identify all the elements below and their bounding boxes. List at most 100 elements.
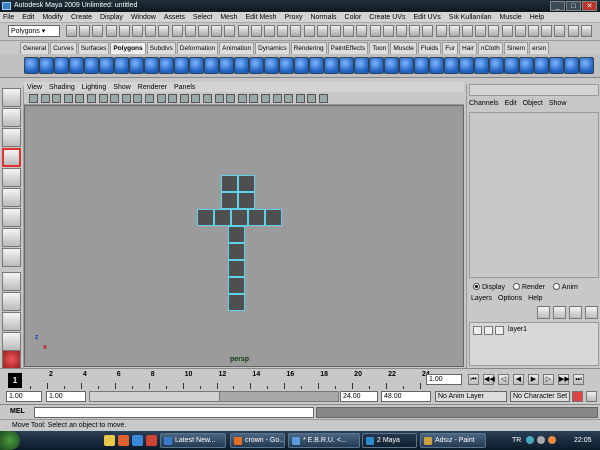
- mesh-face[interactable]: [265, 209, 282, 226]
- menu-create[interactable]: Create: [71, 14, 92, 21]
- new-layer-selected-icon[interactable]: [553, 306, 566, 319]
- lasso-tool-icon[interactable]: [2, 108, 21, 127]
- range-slider-handle[interactable]: [90, 392, 220, 401]
- play-forwards-icon[interactable]: ▶: [528, 374, 539, 385]
- panel-toolbar-icon[interactable]: [63, 94, 73, 103]
- panel-menu-shading[interactable]: Shading: [49, 84, 75, 91]
- menu-mesh[interactable]: Mesh: [220, 14, 237, 21]
- status-line-tool-icon[interactable]: [369, 25, 381, 37]
- network-icon[interactable]: [526, 436, 534, 444]
- status-line-tool-icon[interactable]: [184, 25, 196, 37]
- playback-start-field[interactable]: 1.00: [46, 391, 86, 402]
- status-line-tool-icon[interactable]: [158, 25, 170, 37]
- menu-display[interactable]: Display: [100, 14, 123, 21]
- wedge-icon[interactable]: [459, 57, 474, 74]
- rotate-tool-icon[interactable]: [2, 168, 21, 187]
- shelf-tab-hair[interactable]: Hair: [459, 42, 477, 54]
- menu-create-uvs[interactable]: Create UVs: [369, 14, 405, 21]
- perspective-viewport[interactable]: z x persp: [24, 105, 464, 367]
- status-line-tool-icon[interactable]: [237, 25, 249, 37]
- shelf-tab-ersin[interactable]: ersin: [529, 42, 550, 54]
- mesh-face[interactable]: [238, 175, 255, 192]
- panel-toolbar-icon[interactable]: [203, 94, 212, 103]
- end-time-field[interactable]: 48.00: [381, 391, 431, 402]
- status-line-tool-icon[interactable]: [396, 25, 407, 37]
- status-line-tool-icon[interactable]: [567, 25, 579, 37]
- play-backwards-icon[interactable]: ◀: [513, 374, 524, 385]
- current-time-field[interactable]: 1.00: [426, 374, 462, 385]
- start-time-field[interactable]: 1.00: [6, 391, 42, 402]
- new-layer-icon[interactable]: [537, 306, 550, 319]
- status-line-tool-icon[interactable]: [343, 25, 355, 37]
- status-line-tool-icon[interactable]: [145, 25, 157, 37]
- menu-muscle[interactable]: Muscle: [500, 14, 522, 21]
- duplicate-face-icon[interactable]: [489, 57, 504, 74]
- quick-launch-icon[interactable]: [146, 435, 157, 446]
- taskbar-button[interactable]: 2 Maya: [362, 433, 417, 448]
- channel-box-menu-channels[interactable]: Channels: [469, 100, 499, 107]
- shelf-tab-sinem[interactable]: Sinem: [503, 42, 529, 54]
- go-to-start-icon[interactable]: ⏮: [468, 374, 479, 385]
- panel-toolbar-icon[interactable]: [121, 94, 131, 103]
- taskbar-button[interactable]: Latest New...: [160, 433, 226, 448]
- cylinder-icon[interactable]: [54, 57, 69, 74]
- panel-toolbar-icon[interactable]: [110, 94, 120, 103]
- select-tool-icon[interactable]: [2, 88, 21, 107]
- mesh-face[interactable]: [228, 277, 245, 294]
- extract-icon[interactable]: [234, 57, 249, 74]
- panel-toolbar-icon[interactable]: [284, 94, 294, 103]
- mesh-face[interactable]: [248, 209, 265, 226]
- status-line-tool-icon[interactable]: [211, 25, 223, 37]
- panel-toolbar-icon[interactable]: [87, 94, 96, 103]
- two-pane-layout-icon[interactable]: [2, 312, 21, 331]
- status-line-tool-icon[interactable]: [501, 25, 513, 37]
- step-forward-key-icon[interactable]: ▷: [543, 374, 554, 385]
- mesh-face[interactable]: [228, 294, 245, 311]
- reduce-icon[interactable]: [324, 57, 339, 74]
- automatic-map-icon[interactable]: [549, 57, 564, 74]
- panel-toolbar-icon[interactable]: [214, 94, 224, 103]
- panel-toolbar-icon[interactable]: [179, 94, 189, 103]
- layer-delete-icon[interactable]: [585, 306, 598, 319]
- single-pane-layout-icon[interactable]: [2, 272, 21, 291]
- status-line-tool-icon[interactable]: [79, 25, 91, 37]
- radio-button[interactable]: [512, 283, 520, 290]
- sculpt-icon[interactable]: [339, 57, 354, 74]
- scale-tool-icon[interactable]: [2, 188, 21, 207]
- maximize-button[interactable]: □: [566, 1, 581, 11]
- status-line-tool-icon[interactable]: [92, 25, 104, 37]
- shelf-tab-fur[interactable]: Fur: [442, 42, 458, 54]
- helix-icon[interactable]: [159, 57, 174, 74]
- panel-toolbar-icon[interactable]: [226, 94, 236, 103]
- command-input[interactable]: [34, 407, 314, 418]
- paint-select-tool-icon[interactable]: [2, 128, 21, 147]
- planar-map-icon[interactable]: [504, 57, 519, 74]
- tray-app-icon[interactable]: [548, 436, 556, 444]
- shelf-tab-dynamics[interactable]: Dynamics: [255, 42, 290, 54]
- shelf-tab-muscle[interactable]: Muscle: [390, 42, 417, 54]
- shelf-tab-toon[interactable]: Toon: [369, 42, 390, 54]
- auto-key-icon[interactable]: [572, 391, 583, 402]
- mesh-face[interactable]: [228, 243, 245, 260]
- shelf-tab-animation[interactable]: Animation: [219, 42, 255, 54]
- insert-loop-icon[interactable]: [414, 57, 429, 74]
- media-player-icon[interactable]: [118, 435, 129, 446]
- panel-toolbar-icon[interactable]: [295, 94, 305, 103]
- start-button[interactable]: [0, 431, 20, 450]
- shelf-tab-ncloth[interactable]: nCloth: [477, 42, 503, 54]
- layer-mode-display[interactable]: Display: [473, 283, 505, 291]
- extrude-icon[interactable]: [354, 57, 369, 74]
- panel-toolbar-icon[interactable]: [249, 94, 259, 103]
- smooth-icon[interactable]: [249, 57, 264, 74]
- average-icon[interactable]: [279, 57, 294, 74]
- animation-preferences-icon[interactable]: [586, 391, 597, 402]
- panel-toolbar-icon[interactable]: [168, 94, 178, 103]
- soft-mod-tool-icon[interactable]: [2, 228, 21, 247]
- status-line-tool-icon[interactable]: [462, 25, 473, 37]
- mesh-face[interactable]: [228, 260, 245, 277]
- radio-button[interactable]: [473, 283, 480, 290]
- shelf-tab-subdivs[interactable]: Subdivs: [146, 42, 176, 54]
- status-line-tool-icon[interactable]: [303, 25, 315, 37]
- pipe-icon[interactable]: [144, 57, 159, 74]
- cube-icon[interactable]: [39, 57, 54, 74]
